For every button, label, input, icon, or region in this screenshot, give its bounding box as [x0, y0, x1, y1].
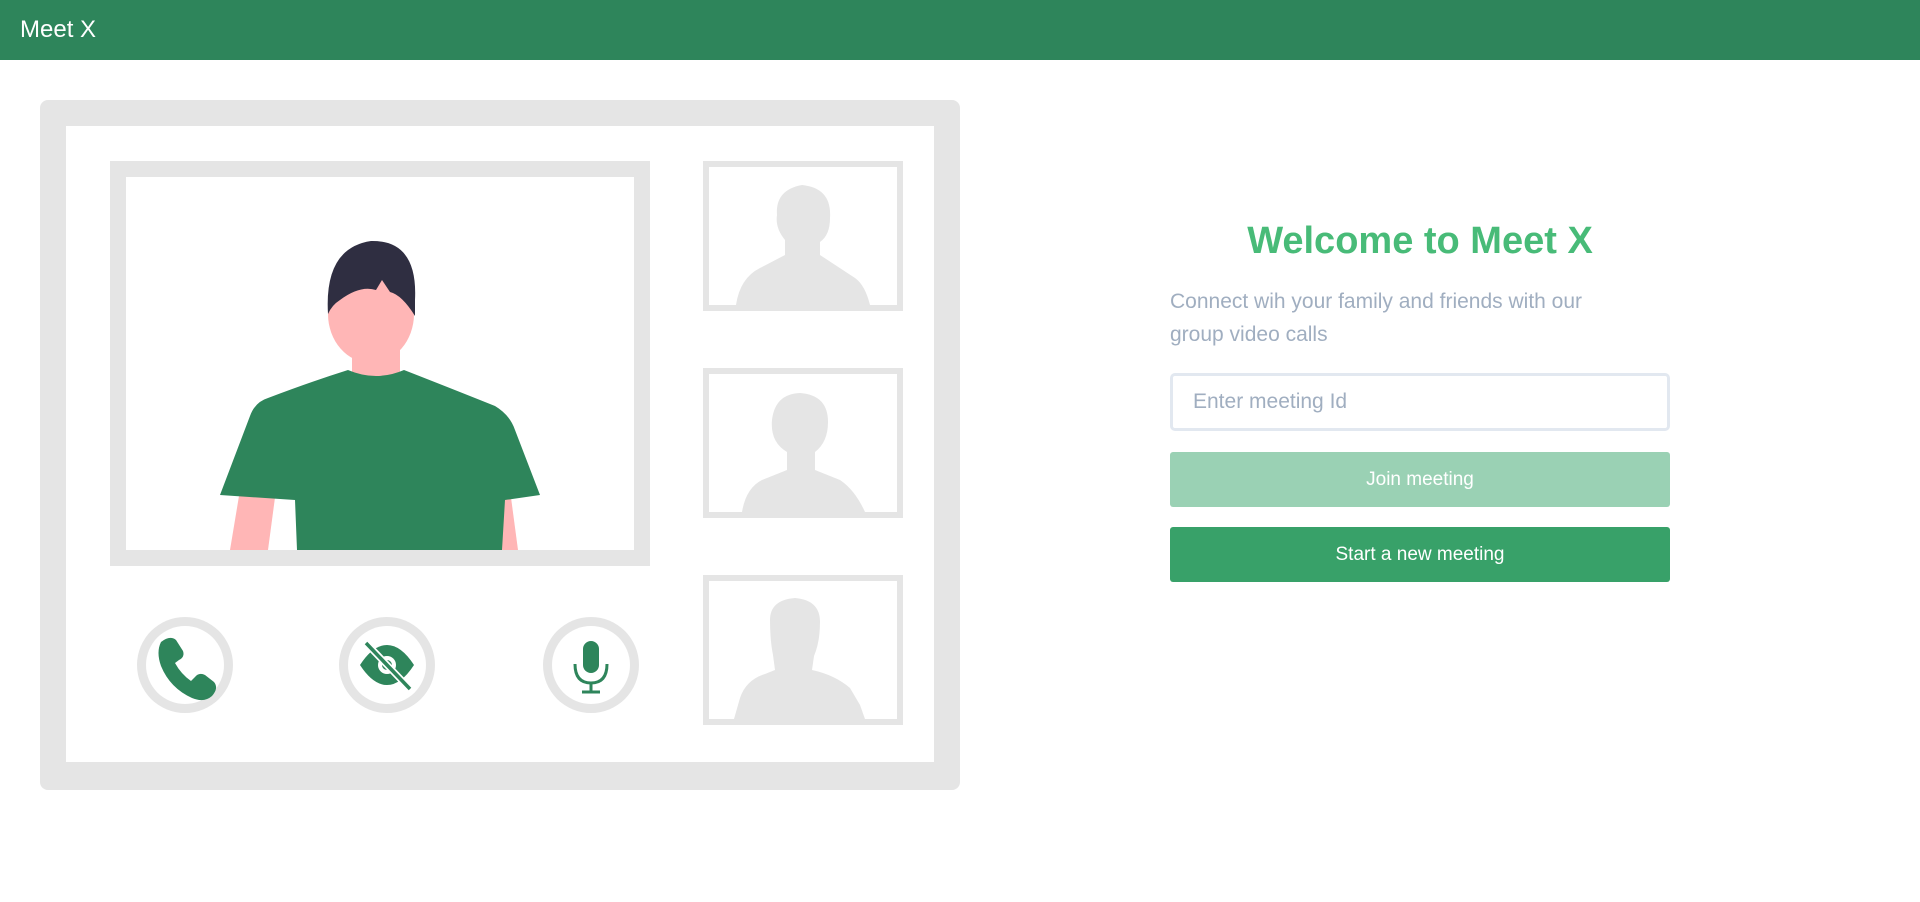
video-call-illustration	[40, 100, 960, 790]
start-meeting-button[interactable]: Start a new meeting	[1170, 527, 1670, 582]
brand-title: Meet X	[20, 16, 97, 43]
participant-tile-2	[703, 368, 903, 518]
meeting-id-input[interactable]	[1170, 373, 1670, 431]
main-video-tile	[110, 161, 650, 566]
welcome-subtitle: Connect wih your family and friends with…	[1170, 290, 1583, 346]
video-control	[339, 617, 435, 713]
welcome-title: Welcome to Meet X	[1247, 220, 1593, 262]
welcome-panel: Welcome to Meet X Connect wih your famil…	[1170, 220, 1670, 582]
phone-control	[137, 617, 233, 713]
participant-tile-3	[703, 575, 903, 725]
join-meeting-button[interactable]: Join meeting	[1170, 452, 1670, 507]
participant-tile-1	[703, 161, 903, 311]
audio-control	[543, 617, 639, 713]
top-bar: Meet X	[0, 0, 1920, 60]
